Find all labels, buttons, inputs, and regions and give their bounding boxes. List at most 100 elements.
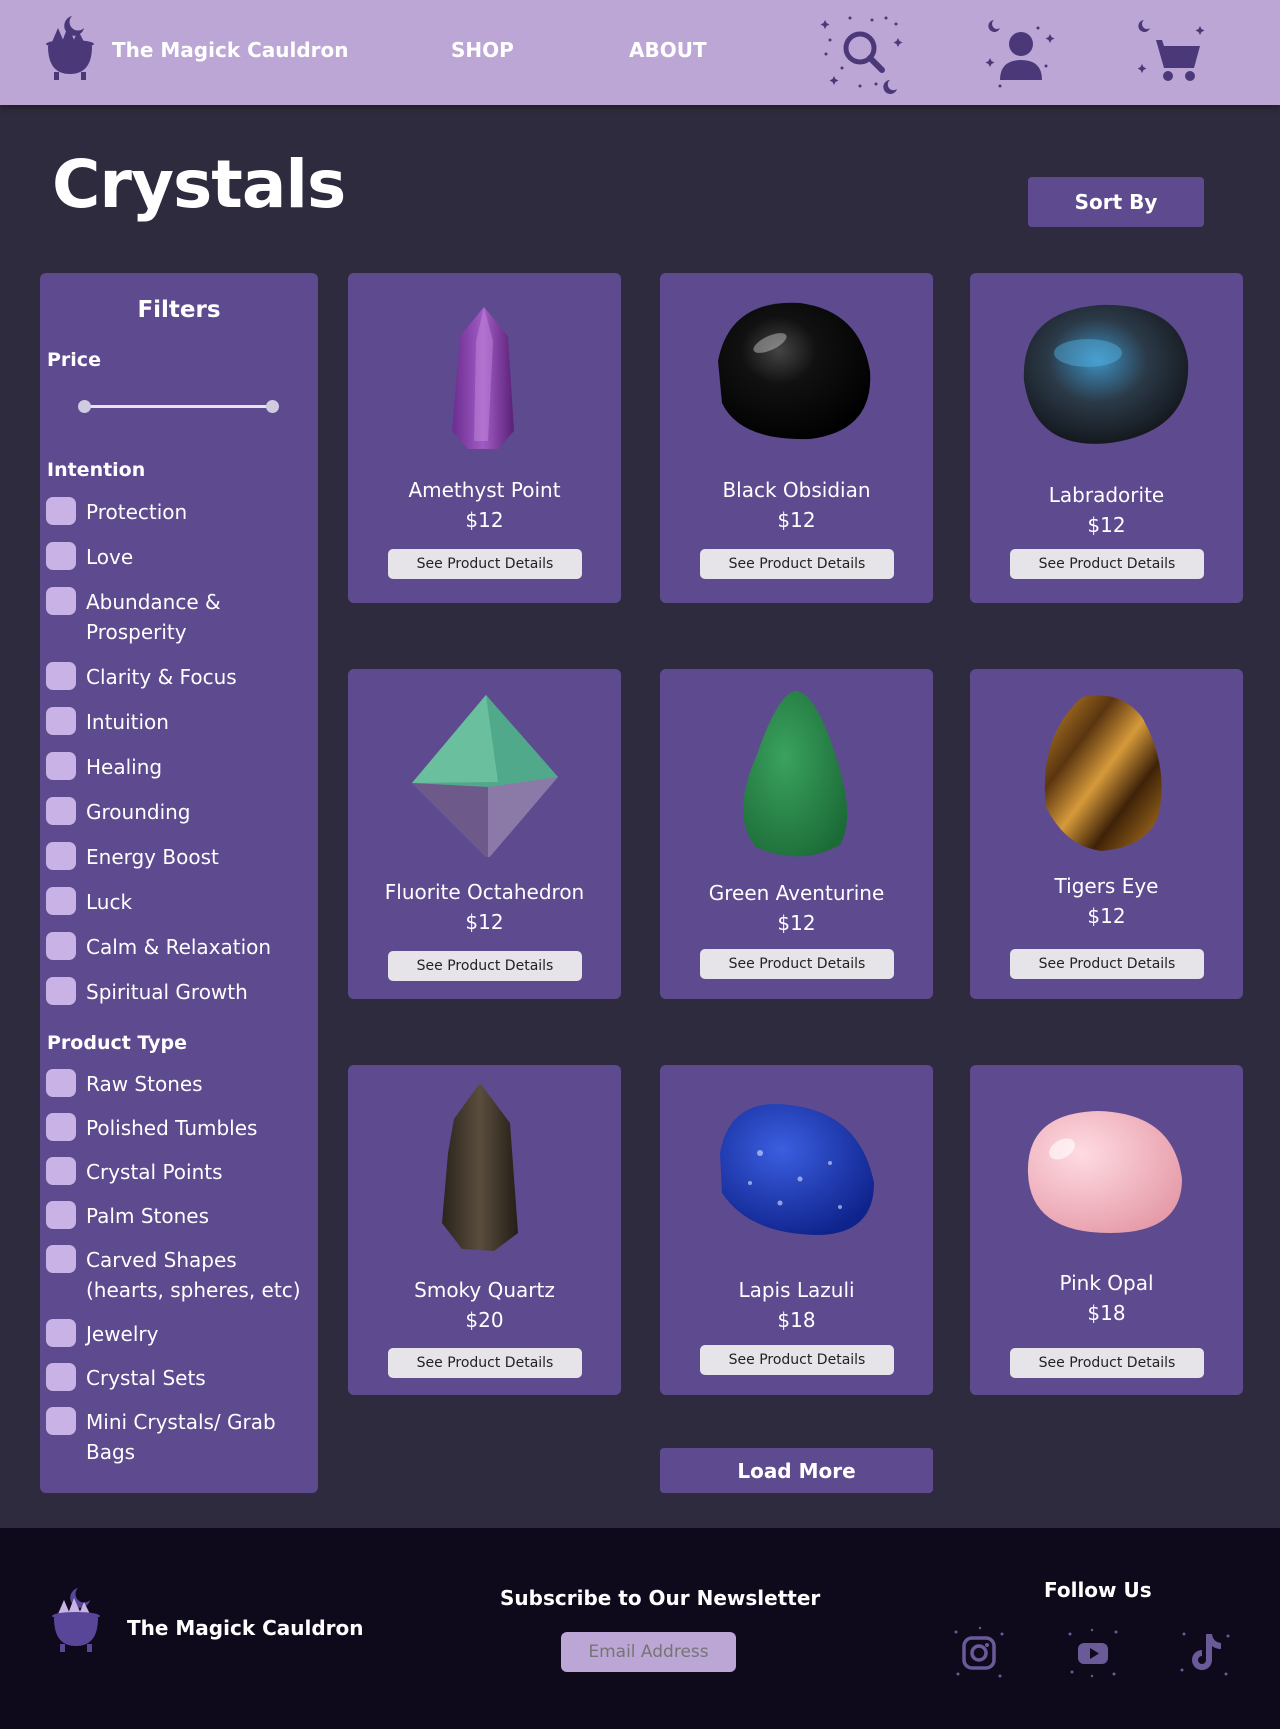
page-title: Crystals: [52, 146, 346, 223]
filter-intention-love[interactable]: Love: [46, 542, 133, 572]
filter-type-mini-crystals[interactable]: Mini Crystals/ Grab Bags: [46, 1407, 276, 1467]
see-product-details-button[interactable]: See Product Details: [388, 951, 582, 981]
cauldron-logo-icon[interactable]: [50, 1584, 102, 1654]
filter-type-palm-stones[interactable]: Palm Stones: [46, 1201, 209, 1231]
filter-intention-grounding[interactable]: Grounding: [46, 797, 191, 827]
filter-label: Healing: [86, 755, 163, 779]
checkbox[interactable]: [46, 1407, 76, 1435]
cart-icon[interactable]: [1138, 16, 1206, 86]
smoky-quartz-image: [442, 1083, 518, 1251]
youtube-icon[interactable]: [1064, 1624, 1122, 1682]
green-aventurine-image: [743, 691, 848, 857]
checkbox[interactable]: [46, 752, 76, 780]
filter-label: Palm Stones: [86, 1204, 209, 1228]
nav-about-link[interactable]: ABOUT: [629, 38, 707, 62]
tigers-eye-image: [1044, 695, 1162, 851]
sort-by-button[interactable]: Sort By: [1028, 177, 1204, 227]
product-name: Tigers Eye: [1054, 874, 1159, 898]
product-card[interactable]: Labradorite $12 See Product Details: [970, 273, 1243, 603]
filter-type-carved-shapes[interactable]: Carved Shapes (hearts, spheres, etc): [46, 1245, 301, 1305]
filter-type-polished-tumbles[interactable]: Polished Tumbles: [46, 1113, 257, 1143]
see-product-details-button[interactable]: See Product Details: [388, 1348, 582, 1378]
checkbox[interactable]: [46, 1069, 76, 1097]
instagram-icon[interactable]: [950, 1624, 1008, 1682]
see-product-details-button[interactable]: See Product Details: [1010, 549, 1204, 579]
filter-intention-healing[interactable]: Healing: [46, 752, 162, 782]
filter-label: Energy Boost: [86, 845, 219, 869]
product-card[interactable]: Green Aventurine $12 See Product Details: [660, 669, 933, 999]
checkbox[interactable]: [46, 1113, 76, 1141]
checkbox[interactable]: [46, 587, 76, 615]
checkbox[interactable]: [46, 887, 76, 915]
price-slider-track[interactable]: [84, 405, 272, 408]
see-product-details-button[interactable]: See Product Details: [1010, 1348, 1204, 1378]
product-name: Fluorite Octahedron: [384, 880, 585, 904]
product-card[interactable]: Lapis Lazuli $18 See Product Details: [660, 1065, 933, 1395]
filter-intention-abundance[interactable]: Abundance & Prosperity: [46, 587, 221, 647]
checkbox[interactable]: [46, 1363, 76, 1391]
checkbox[interactable]: [46, 662, 76, 690]
checkbox[interactable]: [46, 542, 76, 570]
filter-type-jewelry[interactable]: Jewelry: [46, 1319, 158, 1349]
filter-intention-spiritual-growth[interactable]: Spiritual Growth: [46, 977, 248, 1007]
product-card[interactable]: Tigers Eye $12 See Product Details: [970, 669, 1243, 999]
product-card[interactable]: Fluorite Octahedron $12 See Product Deta…: [348, 669, 621, 999]
product-card[interactable]: Smoky Quartz $20 See Product Details: [348, 1065, 621, 1395]
filter-intention-protection[interactable]: Protection: [46, 497, 187, 527]
see-product-details-button[interactable]: See Product Details: [700, 949, 894, 979]
price-slider-min-handle[interactable]: [78, 400, 91, 413]
checkbox[interactable]: [46, 1201, 76, 1229]
see-product-details-button[interactable]: See Product Details: [388, 549, 582, 579]
checkbox[interactable]: [46, 497, 76, 525]
filter-label: Protection: [86, 500, 188, 524]
checkbox[interactable]: [46, 932, 76, 960]
product-price: $12: [777, 911, 816, 935]
intention-label: Intention: [47, 459, 146, 481]
checkbox[interactable]: [46, 1319, 76, 1347]
checkbox[interactable]: [46, 842, 76, 870]
filter-intention-energy-boost[interactable]: Energy Boost: [46, 842, 219, 872]
checkbox[interactable]: [46, 977, 76, 1005]
filter-type-crystal-sets[interactable]: Crystal Sets: [46, 1363, 206, 1393]
filter-label: Jewelry: [86, 1322, 159, 1346]
user-icon[interactable]: [984, 14, 1058, 92]
site-header: The Magick Cauldron SHOP ABOUT: [0, 0, 1280, 105]
filter-intention-clarity[interactable]: Clarity & Focus: [46, 662, 237, 692]
filter-intention-luck[interactable]: Luck: [46, 887, 132, 917]
checkbox[interactable]: [46, 1157, 76, 1185]
product-price: $12: [465, 508, 504, 532]
checkbox[interactable]: [46, 797, 76, 825]
brand-name[interactable]: The Magick Cauldron: [112, 38, 349, 62]
see-product-details-button[interactable]: See Product Details: [700, 1345, 894, 1375]
filter-label: Carved Shapes (hearts, spheres, etc): [86, 1248, 301, 1302]
labradorite-image: [1023, 304, 1189, 444]
filter-intention-intuition[interactable]: Intuition: [46, 707, 169, 737]
product-price: $20: [465, 1308, 504, 1332]
footer-brand-name[interactable]: The Magick Cauldron: [127, 1616, 364, 1640]
product-price: $18: [1087, 1301, 1126, 1325]
site-footer: The Magick Cauldron Subscribe to Our New…: [0, 1528, 1280, 1729]
product-card[interactable]: Pink Opal $18 See Product Details: [970, 1065, 1243, 1395]
filter-type-crystal-points[interactable]: Crystal Points: [46, 1157, 223, 1187]
search-icon[interactable]: [820, 10, 906, 96]
nav-shop-link[interactable]: SHOP: [451, 38, 514, 62]
see-product-details-button[interactable]: See Product Details: [1010, 949, 1204, 979]
checkbox[interactable]: [46, 707, 76, 735]
filter-intention-calm[interactable]: Calm & Relaxation: [46, 932, 271, 962]
product-card[interactable]: Amethyst Point $12 See Product Details: [348, 273, 621, 603]
price-slider-max-handle[interactable]: [266, 400, 279, 413]
tiktok-icon[interactable]: [1176, 1624, 1234, 1682]
load-more-button[interactable]: Load More: [660, 1448, 933, 1493]
black-obsidian-image: [718, 302, 871, 440]
filter-label: Spiritual Growth: [86, 980, 248, 1004]
filter-label: Intuition: [86, 710, 169, 734]
checkbox[interactable]: [46, 1245, 76, 1273]
cauldron-logo-icon[interactable]: [44, 12, 96, 82]
product-card[interactable]: Black Obsidian $12 See Product Details: [660, 273, 933, 603]
pink-opal-image: [1027, 1111, 1182, 1233]
product-name: Green Aventurine: [708, 881, 885, 905]
filter-type-raw-stones[interactable]: Raw Stones: [46, 1069, 203, 1099]
see-product-details-button[interactable]: See Product Details: [700, 549, 894, 579]
newsletter-email-input[interactable]: [561, 1632, 736, 1672]
product-price: $12: [777, 508, 816, 532]
